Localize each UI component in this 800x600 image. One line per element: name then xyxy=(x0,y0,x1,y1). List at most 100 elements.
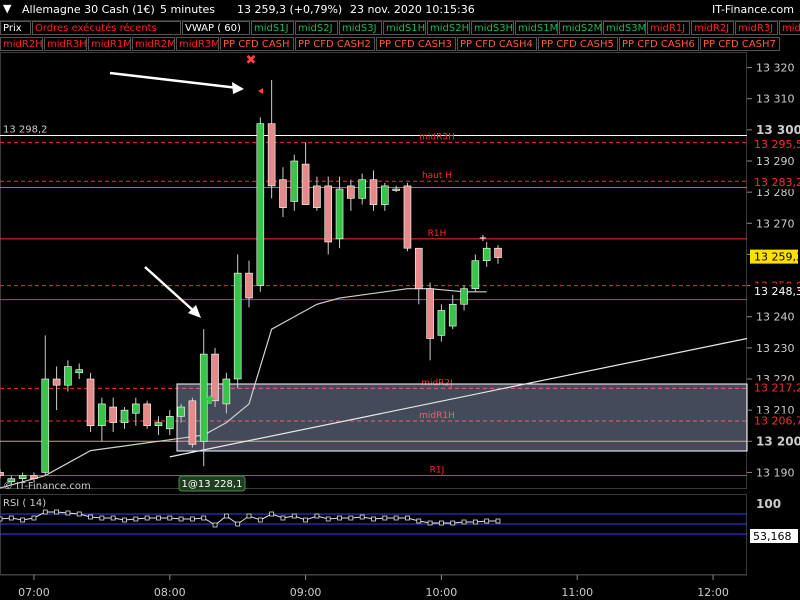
level-label: R1H xyxy=(428,229,447,239)
candle xyxy=(86,378,95,427)
candle xyxy=(460,288,468,305)
candle xyxy=(188,400,197,445)
candle xyxy=(267,123,276,187)
rsi-point xyxy=(257,517,263,523)
rsi-point xyxy=(122,517,127,523)
rsi-point xyxy=(76,511,82,517)
rsi-point xyxy=(235,521,241,527)
rsi-point xyxy=(405,515,410,521)
price-tag: 13 283,2 xyxy=(754,176,800,189)
candle xyxy=(98,403,106,427)
rsi-point xyxy=(54,509,59,515)
level-label: haut H xyxy=(422,171,452,181)
rsi-point xyxy=(31,515,37,521)
rsi-point xyxy=(495,518,501,524)
candle xyxy=(301,163,310,205)
price-tick-label: 13 240 xyxy=(756,311,795,324)
rsi-value: 53,168 xyxy=(753,530,792,543)
rsi-point xyxy=(144,515,150,521)
candle xyxy=(335,188,344,240)
arrow-annotation-icon xyxy=(109,71,239,90)
price-tag: 13 217,2 xyxy=(754,382,800,395)
time-tick-label: 10:00 xyxy=(426,586,458,599)
candle xyxy=(18,475,27,479)
candle xyxy=(211,353,219,402)
candle xyxy=(392,188,400,191)
candle xyxy=(245,272,253,299)
candle xyxy=(0,472,4,476)
rsi-point xyxy=(461,519,467,525)
price-tick-label: 13 270 xyxy=(756,217,795,230)
price-tick-label: 13 190 xyxy=(756,466,795,479)
candle xyxy=(471,260,480,289)
rsi-point xyxy=(291,513,297,519)
rsi-point xyxy=(337,515,342,521)
level-label: R1J xyxy=(430,466,445,476)
time-tick-label: 07:00 xyxy=(18,586,50,599)
price-tick-label: 13 310 xyxy=(756,93,795,106)
rsi-point xyxy=(65,510,71,516)
candle xyxy=(30,475,38,479)
candle xyxy=(448,303,457,327)
rsi-point xyxy=(190,516,195,522)
rsi-point xyxy=(393,515,399,521)
candle xyxy=(143,403,151,427)
candle xyxy=(233,272,242,380)
candle xyxy=(347,185,355,199)
rsi-point xyxy=(8,515,14,521)
rsi-point xyxy=(348,515,354,521)
rsi-point xyxy=(178,516,184,522)
demand-zone xyxy=(176,383,748,452)
candle xyxy=(426,288,434,339)
candle xyxy=(120,409,129,423)
rsi-point xyxy=(382,515,388,521)
candle xyxy=(482,247,491,261)
rsi-point xyxy=(427,520,433,526)
candle xyxy=(64,366,72,386)
rsi-point xyxy=(325,516,331,522)
candle xyxy=(75,369,84,374)
candle xyxy=(199,353,208,442)
rsi-point xyxy=(314,513,320,519)
candle xyxy=(369,179,378,205)
candle xyxy=(165,416,174,430)
rsi-point xyxy=(484,518,490,524)
price-tick-label: 13 320 xyxy=(756,62,795,75)
candle xyxy=(494,247,502,258)
rsi-point xyxy=(371,516,376,522)
candle xyxy=(313,185,321,209)
candle xyxy=(222,378,231,405)
rsi-point xyxy=(269,511,275,517)
rsi-point xyxy=(450,520,456,526)
rsi-point xyxy=(167,515,173,521)
rsi-point xyxy=(472,519,478,525)
time-tick-label: 12:00 xyxy=(697,586,729,599)
rsi-point xyxy=(42,509,48,515)
flag-marker-icon xyxy=(258,88,263,94)
level-label: midR3H xyxy=(419,132,455,142)
copyright: © IT-Finance.com xyxy=(3,481,91,492)
price-tag: 13 295,5 xyxy=(754,138,800,151)
price-tick-label: 13 200 xyxy=(756,434,800,448)
price-chart[interactable]: 13 298,2midR3Hhaut HR1HmidR2JmidR1HR1J ✖… xyxy=(0,0,800,600)
rsi-point xyxy=(212,522,218,528)
rsi-point xyxy=(201,515,207,521)
rsi-point xyxy=(280,515,286,521)
order-label: 1@13 228,1 xyxy=(182,479,243,490)
time-tick-label: 08:00 xyxy=(154,586,186,599)
candle xyxy=(279,179,287,209)
candle xyxy=(256,123,265,286)
price-tag: 13 206,7 xyxy=(754,414,800,427)
candle xyxy=(324,185,333,243)
rsi-point xyxy=(156,515,161,521)
price-tick-label: 13 300 xyxy=(756,123,800,137)
price-tick-label: 13 230 xyxy=(756,342,795,355)
arrow-annotation-icon xyxy=(144,266,197,314)
time-tick-label: 11:00 xyxy=(561,586,593,599)
candle xyxy=(290,160,299,202)
candle xyxy=(403,185,412,249)
rsi-label: RSI ( 14) xyxy=(3,498,46,509)
rsi-point xyxy=(20,517,26,523)
candle xyxy=(132,403,140,414)
candle xyxy=(414,247,423,289)
